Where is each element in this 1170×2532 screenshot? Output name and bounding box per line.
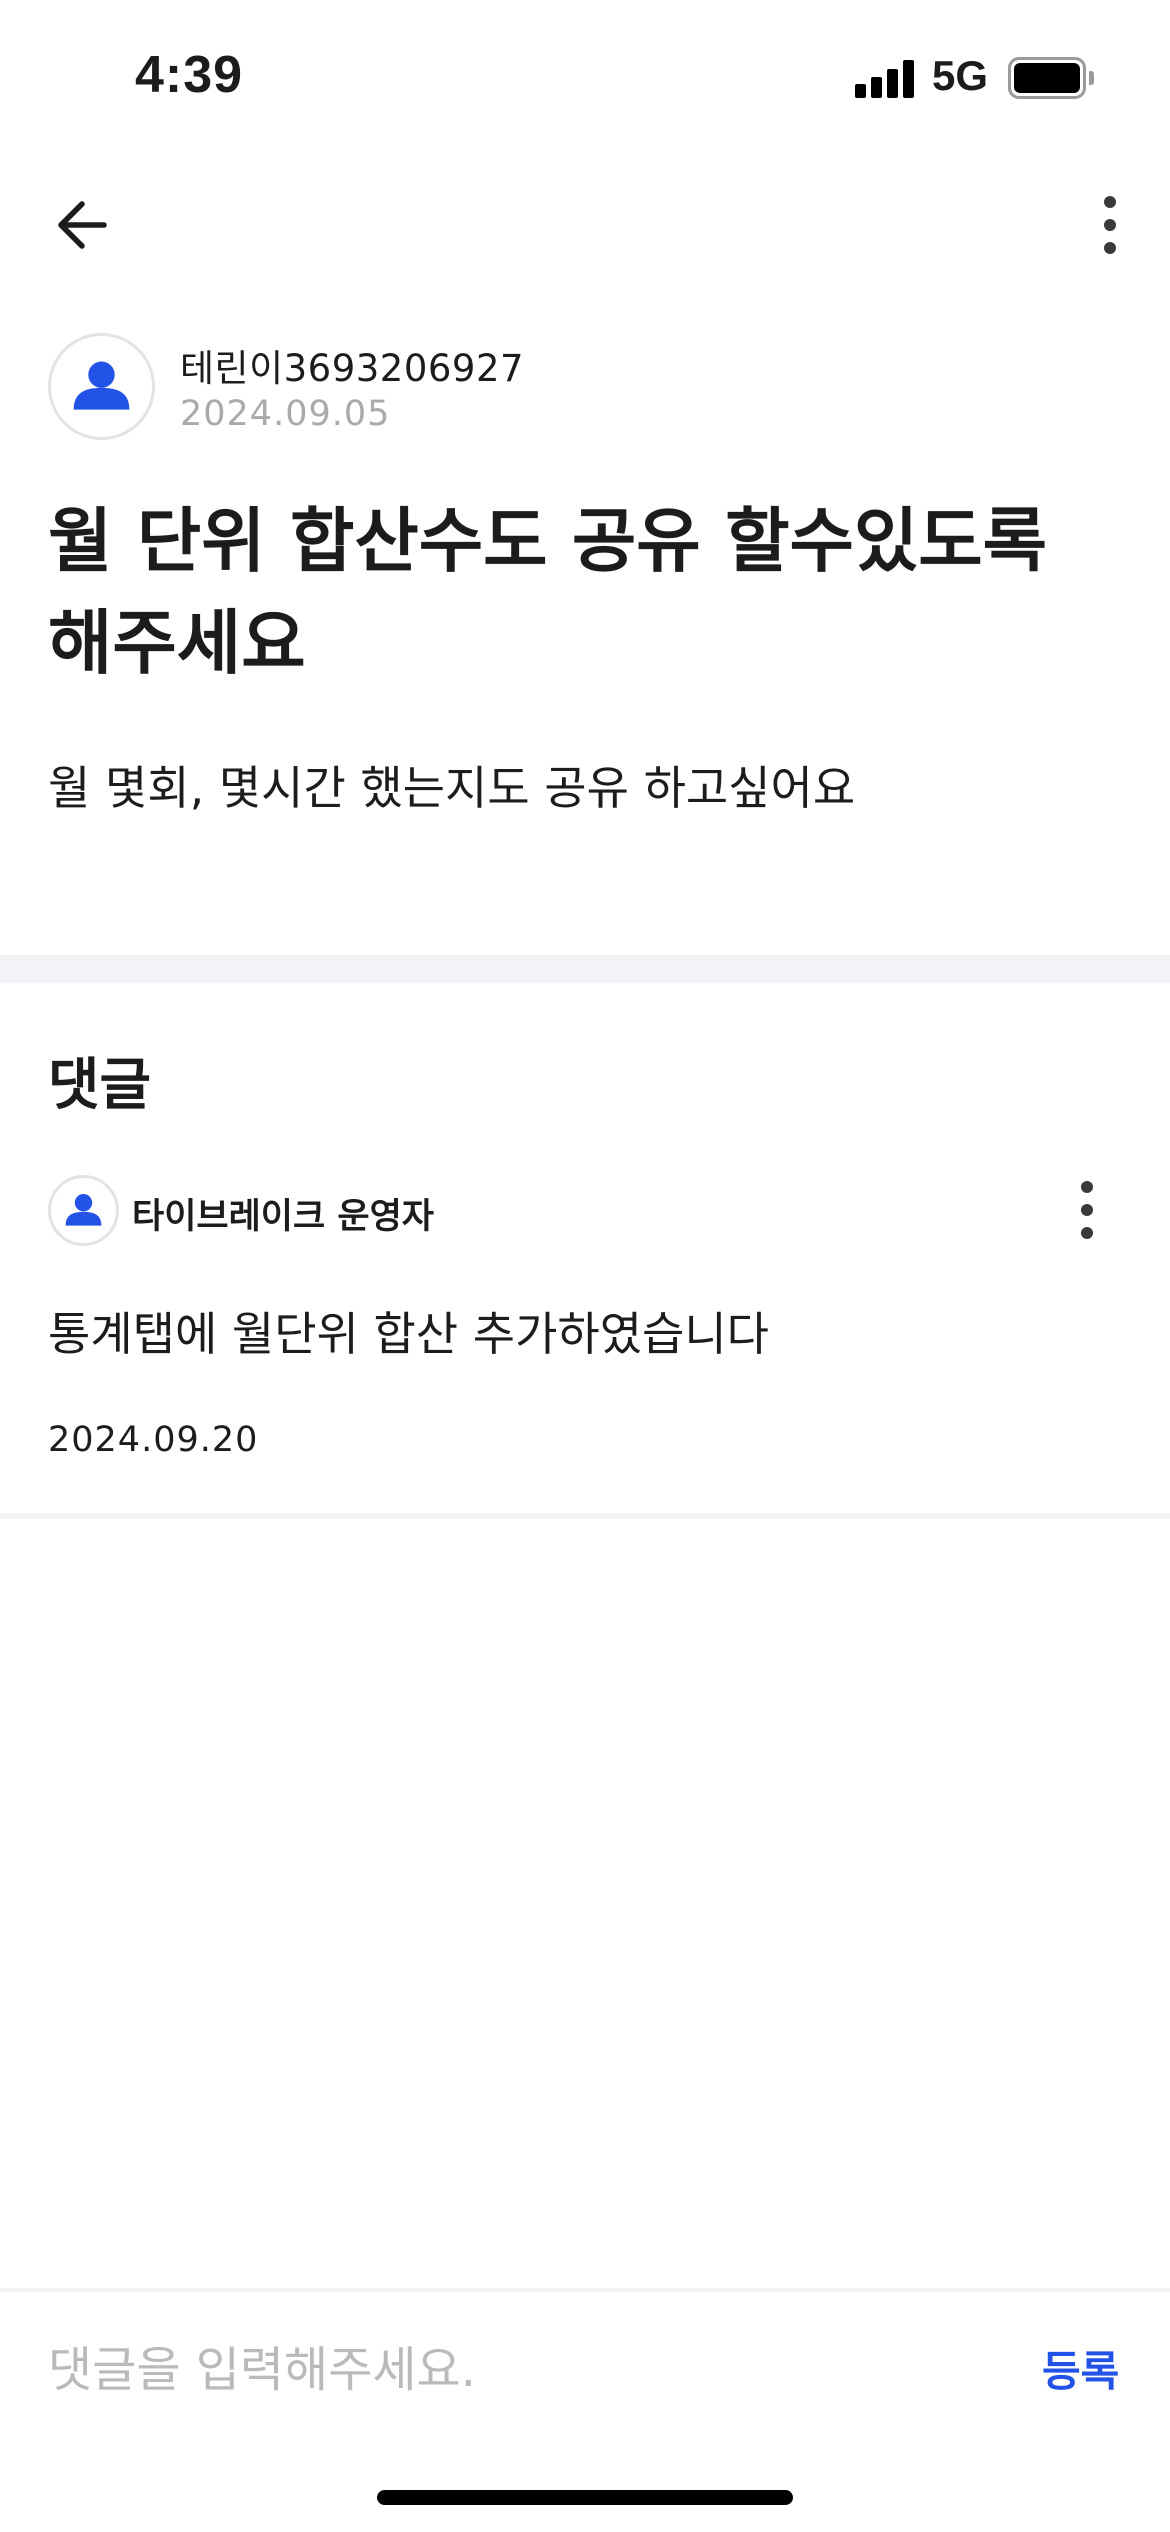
user-avatar-icon	[65, 1194, 102, 1226]
back-button[interactable]	[50, 190, 120, 260]
commenter-avatar[interactable]	[48, 1175, 119, 1246]
author-avatar[interactable]	[48, 333, 155, 440]
home-indicator[interactable]	[377, 2490, 793, 2505]
battery-full-icon	[1008, 57, 1094, 99]
more-vertical-icon	[1104, 196, 1116, 254]
network-type: 5G	[932, 52, 989, 99]
cellular-signal-icon	[855, 58, 915, 98]
comments-heading: 댓글	[48, 1053, 152, 1118]
input-bar-divider	[0, 2288, 1170, 2292]
post-author-name: 테린이3693206927	[180, 347, 525, 390]
user-avatar-icon	[73, 361, 130, 410]
section-divider	[0, 955, 1170, 983]
submit-comment-button[interactable]: 등록	[1042, 2338, 1119, 2399]
comment-more-button[interactable]	[1062, 1175, 1112, 1245]
more-vertical-icon	[1081, 1181, 1093, 1239]
comment-input[interactable]	[48, 2330, 1008, 2410]
comment-date: 2024.09.20	[48, 1420, 259, 1460]
comment-divider	[0, 1513, 1170, 1519]
more-options-button[interactable]	[1085, 190, 1135, 260]
status-bar: 4:39 5G	[0, 0, 1170, 150]
post-title: 월 단위 합산수도 공유 할수있도록 해주세요	[48, 500, 1048, 684]
commenter-name: 타이브레이크 운영자	[132, 1197, 434, 1237]
post-detail-screen: 4:39 5G 테린이3693206927 2024.09.05 월 단위 합산…	[0, 0, 1170, 2532]
post-body: 월 몇회, 몇시간 했는지도 공유 하고싶어요	[48, 761, 856, 815]
arrow-left-icon	[58, 201, 107, 249]
status-time: 4:39	[135, 46, 244, 104]
post-date: 2024.09.05	[180, 394, 391, 434]
comment-text: 통계탭에 월단위 합산 추가하였습니다	[48, 1307, 769, 1361]
